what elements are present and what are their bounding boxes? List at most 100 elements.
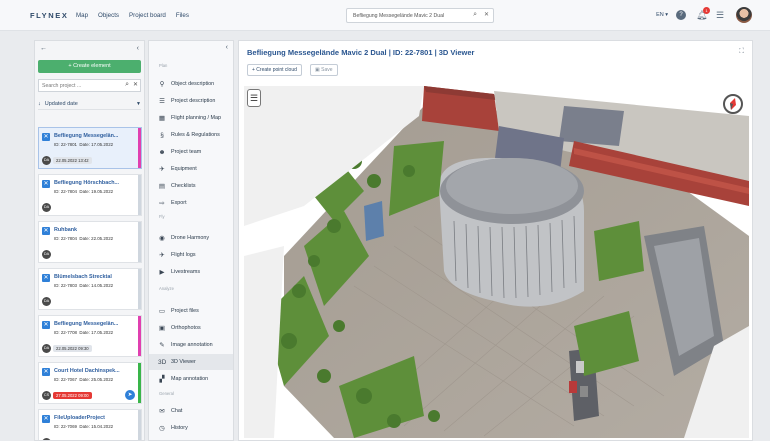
project-date: 19.05.2022 [91, 189, 114, 194]
menu-item-3d-viewer[interactable]: 3D 3D Viewer [149, 354, 233, 370]
menu-item-checklists[interactable]: ▤ Checklists [149, 178, 233, 194]
project-id: 22-7803 [60, 283, 77, 288]
app-logo[interactable]: FLYNEX [30, 11, 70, 20]
menu-item-project-description[interactable]: ☰ Project description [149, 93, 233, 109]
compass-needle-icon [730, 98, 736, 110]
viewer-menu-icon[interactable]: ☰ [247, 89, 261, 107]
flight-logs-icon: ✈ [159, 252, 165, 259]
menu-item-label: Flight logs [171, 252, 196, 258]
global-search-input[interactable]: Befliegung Messegelände Mavic 2 Dual ⌕ ✕ [346, 8, 494, 23]
project-id: 22-7804 [60, 189, 77, 194]
menu-item-equipment[interactable]: ✈ Equipment [149, 161, 233, 177]
project-type-icon: ✕ [42, 274, 50, 282]
point-cloud-render [244, 86, 749, 438]
section-analyze: Analyze [159, 286, 174, 291]
section-plan: Plan [159, 63, 168, 68]
menu-item-project-team[interactable]: ☻ Project team [149, 144, 233, 160]
project-status-stripe [138, 269, 141, 309]
scaffold-structure [364, 201, 384, 241]
chat-icon: ✉ [159, 408, 165, 415]
page-title: Befliegung Messegelände Mavic 2 Dual | I… [247, 48, 475, 57]
search-icon[interactable]: ⌕ [473, 11, 477, 19]
project-card[interactable]: ✕ FileUploaderProject ID: 22-7069 Date: 15… [38, 409, 142, 440]
nav-map[interactable]: Map [76, 12, 88, 19]
project-description-icon: ☰ [159, 98, 165, 105]
navigate-icon[interactable]: ➤ [125, 390, 135, 400]
search-icon[interactable]: ⌕ [125, 81, 129, 89]
menu-item-flight-planning[interactable]: ▦ Flight planning / Map [149, 110, 233, 126]
collapse-left-icon[interactable]: ‹ [137, 45, 139, 52]
filter-icon[interactable]: ☰ [716, 10, 726, 20]
nav-objects[interactable]: Objects [98, 12, 119, 19]
menu-item-label: Project team [171, 149, 202, 155]
menu-item-flight-logs[interactable]: ✈ Flight logs [149, 247, 233, 263]
project-card[interactable]: ✕ Befliegung Hörschbach... ID: 22-7804 Dat… [38, 174, 142, 216]
project-meta: ID: 22-7067 Date: 25.05.2022 [54, 377, 114, 382]
menu-item-drone-harmony[interactable]: ◉ Drone Harmony [149, 230, 233, 246]
project-timestamp-badge: 22.05.2022 13:42 [53, 157, 92, 164]
project-title: Befliegung Messegelän... [54, 321, 119, 327]
project-card[interactable]: ✕ Blümelsbach Strecktal ID: 22-7803 Date: … [38, 268, 142, 310]
menu-item-orthophotos[interactable]: ▣ Orthophotos [149, 320, 233, 336]
save-button[interactable]: ▣ Save [310, 64, 338, 76]
project-owner-avatar: DA [42, 156, 51, 165]
project-meta: ID: 22-7804 Date: 19.05.2022 [54, 189, 114, 194]
project-search-input[interactable]: Search project ... ⌕ ✕ [38, 79, 141, 92]
menu-item-project-files[interactable]: ▭ Project files [149, 303, 233, 319]
livestreams-icon: ▶ [159, 269, 165, 276]
3d-viewer-canvas[interactable]: ☰ [244, 86, 749, 438]
menu-item-export[interactable]: ⇨ Export [149, 195, 233, 211]
clear-search-icon[interactable]: ✕ [133, 81, 138, 88]
nav-project-board[interactable]: Project board [129, 12, 166, 19]
chevron-down-icon: ▼ [136, 100, 141, 107]
menu-item-label: Object description [171, 81, 215, 87]
user-avatar[interactable] [736, 7, 752, 23]
project-status-stripe [138, 316, 141, 356]
menu-item-label: Project description [171, 98, 216, 104]
menu-item-label: Rules & Regulations [171, 132, 220, 138]
search-value: Befliegung Messegelände Mavic 2 Dual [353, 13, 445, 19]
fullscreen-icon[interactable]: ⛶ [739, 48, 744, 56]
collapse-menu-icon[interactable]: ‹ [226, 44, 228, 51]
compass-icon[interactable] [723, 94, 743, 114]
help-icon[interactable]: ? [676, 10, 686, 20]
menu-item-label: Equipment [171, 166, 197, 172]
notification-badge: 1 [703, 7, 710, 14]
menu-item-livestreams[interactable]: ▶ Livestreams [149, 264, 233, 280]
sort-dropdown[interactable]: ↓ Updated date ▼ [38, 98, 141, 110]
menu-item-map-annotation[interactable]: ▞ Map annotation [149, 371, 233, 387]
project-owner-avatar: DA [42, 203, 51, 212]
menu-item-image-annotation[interactable]: ✎ Image annotation [149, 337, 233, 353]
project-type-icon: ✕ [42, 368, 50, 376]
create-element-button[interactable]: + Create element [38, 60, 141, 73]
bell-icon[interactable]: 🔔︎ 1 [696, 7, 710, 20]
project-meta: ID: 22-7708 Date: 17.05.2022 [54, 330, 114, 335]
project-card[interactable]: ✕ Court Hotel Dachinspek... ID: 22-7067 Da… [38, 362, 142, 404]
project-timestamp-badge: 22.05.2022 09:30 [53, 345, 92, 352]
project-card[interactable]: ✕ Befliegung Messegelän... ID: 22-7708 Dat… [38, 315, 142, 357]
create-point-cloud-button[interactable]: + Create point cloud [247, 64, 302, 76]
project-date: 25.05.2022 [91, 377, 114, 382]
flight-planning-icon: ▦ [158, 115, 166, 122]
section-general: General [159, 391, 174, 396]
project-date: 14.05.2022 [91, 283, 114, 288]
menu-item-history[interactable]: ◷ History [149, 420, 233, 436]
project-files-icon: ▭ [158, 308, 166, 315]
project-card[interactable]: ✕ Befliegung Messegelän... ID: 22-7801 Dat… [38, 127, 142, 169]
save-label: Save [321, 67, 333, 73]
menu-item-chat[interactable]: ✉ Chat [149, 403, 233, 419]
menu-item-object-description[interactable]: ⚲ Object description [149, 76, 233, 92]
project-owner-avatar: CS [42, 391, 51, 400]
project-card[interactable]: ✕ Ruhbank ID: 22-7804 Date: 22.05.2022 DA [38, 221, 142, 263]
project-title: Ruhbank [54, 227, 78, 233]
language-selector[interactable]: EN ▾ [656, 12, 668, 18]
menu-item-rules[interactable]: § Rules & Regulations [149, 127, 233, 143]
clear-search-icon[interactable]: ✕ [484, 11, 489, 18]
nav-files[interactable]: Files [176, 12, 189, 19]
main-panel: Befliegung Messegelände Mavic 2 Dual | I… [238, 40, 753, 441]
back-arrow-icon[interactable]: ← [40, 45, 47, 52]
project-list-panel: ← ‹ + Create element Search project ... … [34, 40, 145, 441]
project-list-header: ← ‹ [35, 41, 144, 56]
project-date: 17.05.2022 [91, 142, 114, 147]
menu-item-label: Checklists [171, 183, 196, 189]
